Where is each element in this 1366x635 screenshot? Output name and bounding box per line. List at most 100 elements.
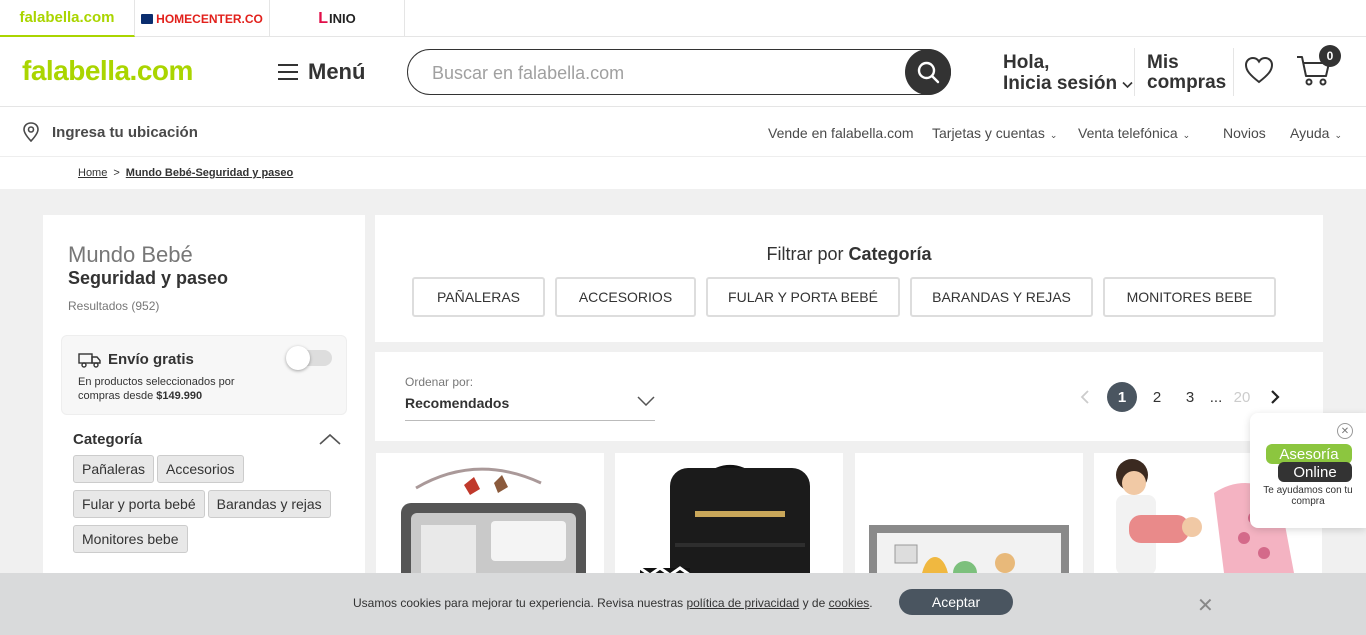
breadcrumb-bar: Home > Mundo Bebé-Seguridad y paseo <box>0 157 1366 189</box>
free-shipping-toggle[interactable] <box>286 346 332 370</box>
filter-button-panaleras[interactable]: PAÑALERAS <box>412 277 545 317</box>
nav-cards[interactable]: Tarjetas y cuentas ⌄ <box>932 125 1057 141</box>
my-purchases-link[interactable]: Mis compras <box>1147 53 1226 93</box>
filter-button-barandas[interactable]: BARANDAS Y REJAS <box>910 277 1093 317</box>
chevron-down-icon[interactable] <box>637 396 655 406</box>
chevron-up-icon[interactable] <box>319 433 341 445</box>
search-icon <box>917 61 940 84</box>
accept-cookies-button[interactable]: Aceptar <box>899 589 1013 615</box>
main-header: falabella.com Menú Hola, Inicia sesión M… <box>0 37 1366 107</box>
login-link[interactable]: Hola, Inicia sesión <box>1003 52 1133 94</box>
cookie-text-start: Usamos cookies para mejorar tu experienc… <box>353 596 684 610</box>
page-1[interactable]: 1 <box>1107 382 1137 412</box>
hamburger-icon <box>278 64 298 80</box>
breadcrumb-home[interactable]: Home <box>78 167 107 179</box>
menu-label: Menú <box>308 59 366 84</box>
prev-page-button[interactable] <box>1075 382 1095 412</box>
header-divider <box>1134 48 1135 96</box>
falabella-brand-label: falabella.com <box>19 9 115 26</box>
chevron-down-icon <box>1122 81 1133 89</box>
breadcrumb-current[interactable]: Mundo Bebé-Seguridad y paseo <box>126 167 293 179</box>
chat-bubble-assistance: Asesoría <box>1266 444 1352 464</box>
cookie-message: Usamos cookies para mejorar tu experienc… <box>353 596 873 610</box>
sub-navigation: Ingresa tu ubicación Vende en falabella.… <box>0 107 1366 157</box>
page-ellipsis: ... <box>1209 388 1223 406</box>
free-shipping-title: Envío gratis <box>108 351 194 368</box>
falabella-logo[interactable]: falabella.com <box>22 55 193 87</box>
category-chip[interactable]: Accesorios <box>157 455 244 483</box>
category-chips: Pañaleras Accesorios Fular y porta bebé Bar… <box>73 455 353 560</box>
online-assistance-widget[interactable]: ✕ Asesoría Online Te ayudamos con tu com… <box>1250 413 1366 528</box>
filter-title-prefix: Filtrar por <box>766 244 844 264</box>
category-title: Seguridad y paseo <box>68 268 229 288</box>
page-2[interactable]: 2 <box>1147 382 1167 412</box>
nav-phone-sales-label: Venta telefónica <box>1078 125 1178 141</box>
brand-tab-falabella[interactable]: falabella.com <box>0 0 135 37</box>
category-chip[interactable]: Pañaleras <box>73 455 155 483</box>
truck-icon <box>78 352 101 368</box>
greeting-line1: Hola, <box>1003 52 1050 73</box>
free-shipping-description: En productos seleccionados por compras d… <box>78 375 278 403</box>
nav-sell-label: Vende en falabella.com <box>768 125 914 141</box>
free-shipping-amount: $149.990 <box>156 390 203 402</box>
breadcrumb-separator: > <box>113 167 120 179</box>
location-selector[interactable]: Ingresa tu ubicación <box>22 122 198 142</box>
my-purchases-line1: Mis <box>1147 52 1179 73</box>
next-page-button[interactable] <box>1265 382 1285 412</box>
filter-title-bold: Categoría <box>848 244 932 264</box>
cart-count-badge: 0 <box>1319 45 1341 67</box>
filter-title: Filtrar por Categoría <box>375 244 1323 265</box>
nav-sell[interactable]: Vende en falabella.com <box>768 125 914 141</box>
toggle-knob <box>286 346 310 370</box>
close-icon[interactable]: ✕ <box>1197 593 1214 618</box>
filter-button-monitores[interactable]: MONITORES BEBE <box>1103 277 1276 317</box>
category-chip[interactable]: Fular y porta bebé <box>73 490 205 518</box>
nav-wedding[interactable]: Novios <box>1223 125 1266 141</box>
menu-button[interactable]: Menú <box>278 59 365 85</box>
cookie-banner: Usamos cookies para mejorar tu experienc… <box>0 573 1366 635</box>
homecenter-logo-icon <box>141 13 154 24</box>
chat-bubble-online: Online <box>1278 462 1352 482</box>
nav-cards-label: Tarjetas y cuentas <box>932 125 1045 141</box>
privacy-policy-link[interactable]: política de privacidad <box>687 596 800 610</box>
sort-label: Ordenar por: <box>405 375 474 389</box>
cookie-text-middle: y de <box>802 596 826 610</box>
linio-logo-icon: L <box>318 9 329 27</box>
heart-icon <box>1244 56 1274 84</box>
brand-tab-linio[interactable]: L INIO <box>270 0 405 37</box>
nav-wedding-label: Novios <box>1223 125 1266 141</box>
category-chip[interactable]: Monitores bebe <box>73 525 188 553</box>
nav-phone-sales[interactable]: Venta telefónica ⌄ <box>1078 125 1190 141</box>
wishlist-button[interactable] <box>1244 56 1274 89</box>
category-chip[interactable]: Barandas y rejas <box>207 490 331 518</box>
cookies-policy-link[interactable]: cookies <box>829 596 870 610</box>
filter-button-accesorios[interactable]: ACCESORIOS <box>555 277 696 317</box>
sort-select[interactable]: Recomendados <box>405 395 509 411</box>
chevron-left-icon <box>1080 390 1089 404</box>
linio-brand-label: INIO <box>329 11 356 26</box>
filter-button-fular[interactable]: FULAR Y PORTA BEBÉ <box>706 277 900 317</box>
homecenter-brand-label: HOMECENTER.CO <box>156 11 263 26</box>
page-3[interactable]: 3 <box>1180 382 1200 412</box>
search-button[interactable] <box>905 49 951 95</box>
brand-tab-homecenter[interactable]: HOMECENTER.CO <box>135 0 270 37</box>
filters-sidebar: Mundo Bebé Seguridad y paseo Resultados … <box>43 215 365 635</box>
page-last[interactable]: 20 <box>1230 382 1254 412</box>
sort-underline <box>405 420 655 421</box>
location-label: Ingresa tu ubicación <box>52 123 198 141</box>
brand-strip: falabella.com HOMECENTER.CO L INIO <box>0 0 1366 37</box>
search-input[interactable] <box>432 60 892 86</box>
free-shipping-box: Envío gratis En productos seleccionados … <box>61 335 347 415</box>
nav-help[interactable]: Ayuda ⌄ <box>1290 125 1342 141</box>
category-parent-title: Mundo Bebé <box>68 242 193 267</box>
category-filter-heading[interactable]: Categoría <box>73 431 142 448</box>
cookie-text-end: . <box>869 596 873 610</box>
sort-pagination-card: Ordenar por: Recomendados 1 2 3 ... 20 <box>375 352 1323 441</box>
chevron-down-icon: ⌄ <box>1049 130 1058 140</box>
chevron-down-icon: ⌄ <box>1334 130 1342 140</box>
my-purchases-line2: compras <box>1147 72 1227 93</box>
search-bar <box>407 49 951 95</box>
nav-help-label: Ayuda <box>1290 125 1330 141</box>
chat-description: Te ayudamos con tu compra <box>1263 485 1353 507</box>
close-icon[interactable]: ✕ <box>1337 423 1353 439</box>
